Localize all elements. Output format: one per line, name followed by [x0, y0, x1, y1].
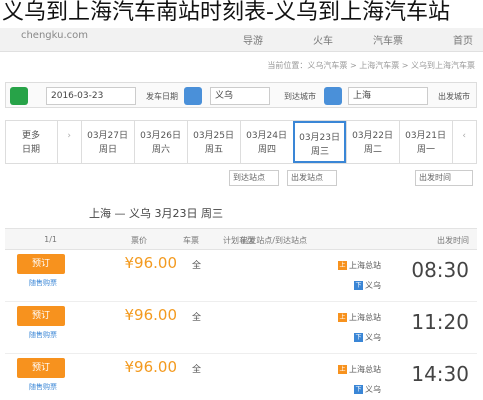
- seat-status: 全: [191, 261, 201, 271]
- search-bar: 出发城市 上海 到达城市 义乌 发车日期 2016-03-23: [5, 82, 477, 108]
- date-tab[interactable]: 03月25日 周五: [187, 121, 240, 163]
- table-header: 出发时间 出发站点/到达站点 计划车型 车票 票价 1/1: [5, 228, 477, 250]
- date-tab-selected[interactable]: 03月23日 周三: [293, 121, 346, 163]
- departure-time: 11:20: [411, 310, 469, 334]
- date-tab[interactable]: 03月27日 周日: [81, 121, 134, 163]
- from-city-input[interactable]: 上海: [348, 87, 428, 105]
- from-station: 上上海总站: [338, 313, 381, 322]
- date-label: 发车日期: [146, 92, 178, 101]
- filter-bar: 出发时间 出发站点 到达站点: [5, 168, 477, 188]
- ticket-price: ¥96.00: [124, 306, 178, 324]
- col-bus-type: 计划车型: [223, 236, 255, 245]
- date-tab[interactable]: 03月26日 周六: [134, 121, 187, 163]
- date-tab[interactable]: 03月24日 周四: [240, 121, 293, 163]
- ticket-price: ¥96.00: [124, 254, 178, 272]
- seat-status: 全: [191, 365, 201, 375]
- date-tab[interactable]: 03月21日 周一: [399, 121, 452, 163]
- from-station: 上上海总站: [338, 261, 381, 270]
- date-tab[interactable]: 03月22日 周二: [346, 121, 399, 163]
- next-arrow-icon[interactable]: ›: [57, 121, 81, 163]
- site-logo: chengku.com: [20, 30, 88, 41]
- to-station: 下义乌: [354, 333, 381, 342]
- nav-tab-guide[interactable]: 导游: [243, 32, 263, 47]
- swap-icon[interactable]: [324, 87, 342, 105]
- overlay-title: 义乌到上海汽车南站时刻表-义乌到上海汽车站: [2, 0, 450, 25]
- booking-note[interactable]: 随售购票: [29, 278, 57, 288]
- nav-tab-home[interactable]: 首页: [453, 32, 473, 47]
- prev-arrow-icon[interactable]: ‹: [452, 121, 476, 163]
- mirrored-page: 首页 汽车票 火车 导游 chengku.com 当前位置：义乌汽车票 > 上海…: [0, 0, 483, 400]
- to-station: 下义乌: [354, 385, 381, 394]
- col-price: 票价: [131, 236, 147, 245]
- from-station: 上上海总站: [338, 365, 381, 374]
- table-row: 08:30 上上海总站 下义乌 全 ¥96.00 预订 随售购票: [5, 250, 477, 302]
- search-button[interactable]: [10, 87, 28, 105]
- departure-station-select[interactable]: 出发站点: [287, 170, 337, 186]
- col-tickets: 车票: [183, 236, 199, 245]
- route-summary: 上海 — 义乌 3月23日 周三: [89, 207, 223, 220]
- table-row: 11:20 上上海总站 下义乌 全 ¥96.00 预订 随售购票: [5, 302, 477, 354]
- date-strip: ‹ 03月21日 周一 03月22日 周二 03月23日 周三 03月24日 周四 03…: [5, 120, 477, 164]
- to-station: 下义乌: [354, 281, 381, 290]
- booking-note[interactable]: 随售购票: [29, 330, 57, 340]
- more-dates-button[interactable]: 更多 日期: [4, 121, 57, 163]
- ticket-price: ¥96.00: [124, 358, 178, 376]
- book-button[interactable]: 预订: [17, 306, 65, 326]
- book-button[interactable]: 预订: [17, 358, 65, 378]
- from-label: 出发城市: [438, 92, 470, 101]
- departure-time-select[interactable]: 出发时间: [415, 170, 473, 186]
- table-row: 14:30 上上海总站 下义乌 全 ¥96.00 预订 随售购票: [5, 354, 477, 400]
- pager[interactable]: 1/1: [44, 235, 57, 244]
- col-departure-time: 出发时间: [437, 236, 469, 245]
- date-input[interactable]: 2016-03-23: [46, 87, 136, 105]
- calendar-icon[interactable]: [184, 87, 202, 105]
- to-label: 到达城市: [284, 92, 316, 101]
- departure-time: 08:30: [411, 258, 469, 282]
- seat-status: 全: [191, 313, 201, 323]
- breadcrumb: 当前位置：义乌汽车票 > 上海汽车票 > 义乌到上海汽车票: [267, 61, 475, 70]
- arrival-station-select[interactable]: 到达站点: [229, 170, 279, 186]
- book-button[interactable]: 预订: [17, 254, 65, 274]
- booking-note[interactable]: 随售购票: [29, 382, 57, 392]
- nav-tab-bus[interactable]: 汽车票: [373, 32, 403, 47]
- to-city-input[interactable]: 义乌: [210, 87, 270, 105]
- nav-tab-train[interactable]: 火车: [313, 32, 333, 47]
- departure-time: 14:30: [411, 362, 469, 386]
